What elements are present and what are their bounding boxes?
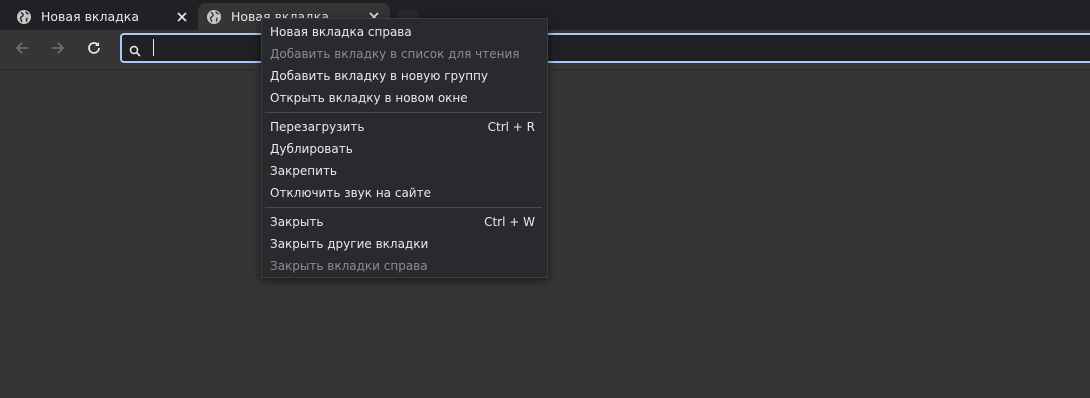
menu-separator — [265, 112, 542, 113]
menu-item-reload[interactable]: Перезагрузить Ctrl + R — [262, 116, 547, 138]
menu-item-label: Отключить звук на сайте — [270, 186, 431, 200]
menu-item-mute-site[interactable]: Отключить звук на сайте — [262, 182, 547, 204]
menu-item-label: Добавить вкладку в новую группу — [270, 69, 489, 83]
arrow-left-icon — [14, 40, 30, 60]
tab-1[interactable]: Новая вкладка — [8, 3, 198, 30]
close-icon[interactable] — [174, 9, 190, 25]
forward-button[interactable] — [46, 38, 70, 62]
back-button[interactable] — [10, 38, 34, 62]
menu-item-duplicate[interactable]: Дублировать — [262, 138, 547, 160]
menu-item-close-tabs-right[interactable]: Закрыть вкладки справа — [262, 255, 547, 277]
globe-icon — [206, 9, 222, 25]
menu-item-add-to-new-group[interactable]: Добавить вкладку в новую группу — [262, 65, 547, 87]
menu-item-shortcut: Ctrl + R — [487, 120, 535, 134]
menu-item-label: Добавить вкладку в список для чтения — [270, 47, 520, 61]
reload-icon — [86, 40, 102, 60]
menu-item-label: Закрепить — [270, 164, 338, 178]
menu-item-label: Закрыть вкладки справа — [270, 259, 428, 273]
menu-item-pin[interactable]: Закрепить — [262, 160, 547, 182]
menu-item-close[interactable]: Закрыть Ctrl + W — [262, 211, 547, 233]
menu-item-close-other-tabs[interactable]: Закрыть другие вкладки — [262, 233, 547, 255]
menu-item-label: Новая вкладка справа — [270, 25, 412, 39]
menu-item-open-in-new-window[interactable]: Открыть вкладку в новом окне — [262, 87, 547, 109]
menu-item-label: Открыть вкладку в новом окне — [270, 91, 468, 105]
menu-item-label: Дублировать — [270, 142, 353, 156]
menu-item-label: Закрыть — [270, 215, 324, 229]
arrow-right-icon — [50, 40, 66, 60]
menu-item-new-tab-right[interactable]: Новая вкладка справа — [262, 21, 547, 43]
menu-item-add-to-reading-list[interactable]: Добавить вкладку в список для чтения — [262, 43, 547, 65]
text-caret — [153, 39, 154, 56]
menu-item-shortcut: Ctrl + W — [484, 215, 535, 229]
globe-icon — [16, 9, 32, 25]
menu-item-label: Закрыть другие вкладки — [270, 237, 429, 251]
menu-separator — [265, 207, 542, 208]
search-icon — [129, 42, 141, 61]
reload-button[interactable] — [82, 38, 106, 62]
tab-title: Новая вкладка — [41, 9, 139, 24]
menu-item-label: Перезагрузить — [270, 120, 365, 134]
tab-context-menu: Новая вкладка справа Добавить вкладку в … — [261, 18, 548, 278]
